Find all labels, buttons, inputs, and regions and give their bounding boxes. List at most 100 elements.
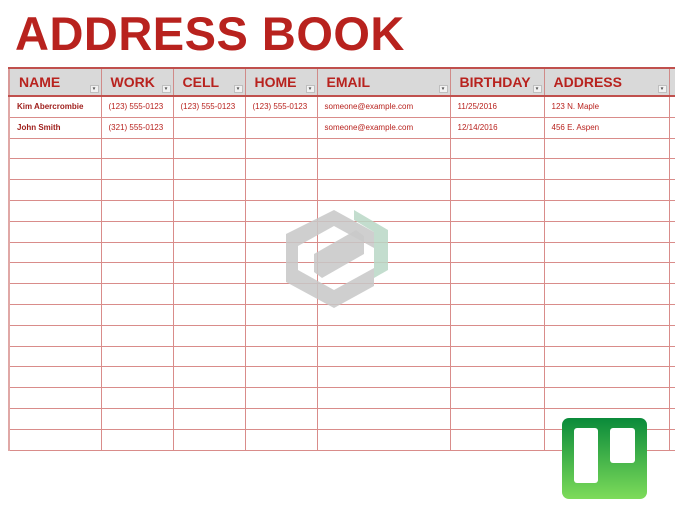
cell-birthday[interactable] [449, 179, 545, 201]
cell-cell[interactable] [172, 283, 246, 305]
dropdown-filter-icon[interactable]: ▾ [89, 85, 99, 93]
cell-work[interactable] [100, 262, 174, 285]
cell-extra[interactable] [668, 241, 675, 264]
cell-home[interactable]: (123) 555-0123 [244, 95, 318, 118]
cell-home[interactable] [244, 345, 318, 368]
cell-cell[interactable] [172, 220, 246, 243]
cell-home[interactable] [244, 387, 318, 409]
cell-email[interactable] [316, 324, 451, 347]
cell-address[interactable] [543, 262, 670, 285]
cell-name[interactable] [8, 303, 102, 326]
cell-work[interactable] [100, 158, 174, 181]
cell-work[interactable]: (123) 555-0123 [100, 95, 174, 118]
cell-name[interactable] [8, 262, 102, 285]
cell-birthday[interactable] [449, 366, 545, 389]
cell-birthday[interactable] [449, 262, 545, 285]
cell-home[interactable] [244, 116, 318, 139]
dropdown-filter-icon[interactable]: ▾ [438, 85, 448, 93]
cell-address[interactable] [543, 199, 670, 222]
cell-name[interactable] [8, 158, 102, 181]
cell-name[interactable] [8, 428, 102, 451]
cell-address[interactable] [543, 387, 670, 409]
cell-extra[interactable] [668, 179, 675, 201]
cell-cell[interactable]: (123) 555-0123 [172, 95, 246, 118]
column-header-email[interactable]: EMAIL ▾ [316, 67, 451, 97]
cell-birthday[interactable] [449, 158, 545, 181]
cell-name[interactable] [8, 199, 102, 222]
cell-extra[interactable] [668, 428, 675, 451]
cell-birthday[interactable] [449, 199, 545, 222]
cell-home[interactable] [244, 137, 318, 160]
cell-address[interactable]: 456 E. Aspen [543, 116, 670, 139]
cell-birthday[interactable] [449, 220, 545, 243]
cell-extra[interactable] [668, 283, 675, 305]
cell-name[interactable] [8, 283, 102, 305]
dropdown-filter-icon[interactable]: ▾ [233, 85, 243, 93]
cell-cell[interactable] [172, 158, 246, 181]
cell-name[interactable] [8, 179, 102, 201]
cell-email[interactable]: someone@example.com [316, 116, 451, 139]
cell-cell[interactable] [172, 199, 246, 222]
cell-work[interactable] [100, 137, 174, 160]
cell-name[interactable] [8, 241, 102, 264]
dropdown-filter-icon[interactable]: ▾ [532, 85, 542, 93]
cell-birthday[interactable] [449, 303, 545, 326]
cell-email[interactable] [316, 407, 451, 430]
cell-extra[interactable] [668, 366, 675, 389]
cell-name[interactable] [8, 407, 102, 430]
cell-extra[interactable] [668, 199, 675, 222]
cell-birthday[interactable] [449, 345, 545, 368]
cell-name[interactable] [8, 220, 102, 243]
cell-birthday[interactable] [449, 241, 545, 264]
cell-address[interactable] [543, 158, 670, 181]
cell-home[interactable] [244, 366, 318, 389]
cell-cell[interactable] [172, 262, 246, 285]
cell-work[interactable] [100, 241, 174, 264]
dropdown-filter-icon[interactable]: ▾ [161, 85, 171, 93]
cell-work[interactable] [100, 324, 174, 347]
cell-work[interactable] [100, 387, 174, 409]
cell-cell[interactable] [172, 324, 246, 347]
cell-address[interactable] [543, 345, 670, 368]
cell-address[interactable] [543, 324, 670, 347]
cell-work[interactable] [100, 428, 174, 451]
cell-address[interactable] [543, 137, 670, 160]
cell-cell[interactable] [172, 407, 246, 430]
cell-home[interactable] [244, 324, 318, 347]
cell-email[interactable] [316, 179, 451, 201]
cell-extra[interactable] [668, 95, 675, 118]
dropdown-filter-icon[interactable]: ▾ [305, 85, 315, 93]
column-header-work[interactable]: WORK ▾ [100, 67, 174, 97]
cell-name[interactable] [8, 366, 102, 389]
cell-work[interactable] [100, 220, 174, 243]
cell-extra[interactable] [668, 116, 675, 139]
cell-work[interactable] [100, 199, 174, 222]
cell-cell[interactable] [172, 116, 246, 139]
cell-name[interactable] [8, 137, 102, 160]
column-header-home[interactable]: HOME ▾ [244, 67, 318, 97]
cell-birthday[interactable]: 11/25/2016 [449, 95, 545, 118]
cell-extra[interactable] [668, 387, 675, 409]
cell-cell[interactable] [172, 303, 246, 326]
cell-email[interactable] [316, 137, 451, 160]
cell-email[interactable] [316, 428, 451, 451]
cell-work[interactable] [100, 366, 174, 389]
cell-work[interactable] [100, 303, 174, 326]
cell-home[interactable] [244, 179, 318, 201]
cell-birthday[interactable]: 12/14/2016 [449, 116, 545, 139]
cell-extra[interactable] [668, 262, 675, 285]
cell-name[interactable] [8, 324, 102, 347]
cell-address[interactable] [543, 241, 670, 264]
cell-birthday[interactable] [449, 324, 545, 347]
cell-cell[interactable] [172, 179, 246, 201]
cell-work[interactable] [100, 179, 174, 201]
cell-address[interactable] [543, 366, 670, 389]
cell-birthday[interactable] [449, 283, 545, 305]
cell-address[interactable]: 123 N. Maple [543, 95, 670, 118]
cell-extra[interactable] [668, 324, 675, 347]
cell-cell[interactable] [172, 137, 246, 160]
cell-address[interactable] [543, 179, 670, 201]
cell-name[interactable] [8, 387, 102, 409]
cell-address[interactable] [543, 303, 670, 326]
cell-name[interactable] [8, 345, 102, 368]
